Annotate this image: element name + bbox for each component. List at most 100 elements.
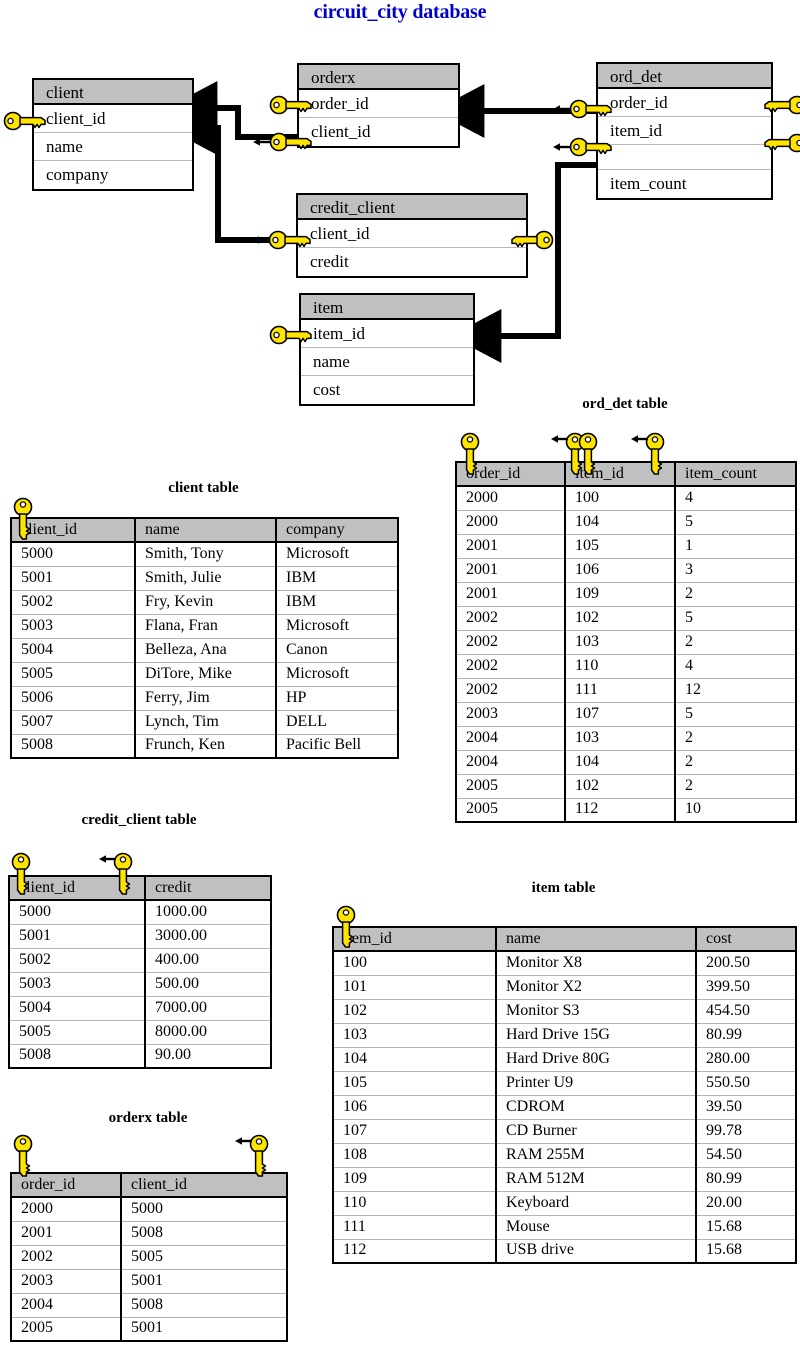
table-cell: 101 [333,975,497,1000]
table-row[interactable]: 2002 102 5 [456,606,796,631]
table-row[interactable]: 110 Keyboard 20.00 [333,1191,796,1216]
client-table-caption: client table [168,480,239,496]
table-row[interactable]: 5005 DiTore, Mike Microsoft [11,662,398,687]
table-cell: DELL [276,710,398,735]
table-row[interactable]: 111 Mouse 15.68 [333,1215,796,1240]
entity-credit_client[interactable]: credit_client client_id credit [296,193,528,278]
table-cell: 2002 [456,630,566,655]
entity-client[interactable]: client client_id name company [32,78,194,191]
table-row[interactable]: 5002 400.00 [9,948,271,973]
table-cell: 2 [675,630,796,655]
table-row[interactable]: 5000 Smith, Tony Microsoft [11,542,398,567]
table-row[interactable]: 5003 500.00 [9,972,271,997]
client-data-table[interactable]: client_id name company 5000 Smith, Tony Micr… [10,517,399,759]
table-row[interactable]: 2002 5005 [11,1245,287,1270]
table-cell: 15.68 [706,1241,742,1259]
table-row[interactable]: 2004 5008 [11,1293,287,1318]
table-row[interactable]: 103 Hard Drive 15G 80.99 [333,1023,796,1048]
table-row[interactable]: 108 RAM 255M 54.50 [333,1143,796,1168]
table-row[interactable]: 2000 100 4 [456,486,796,511]
table-row[interactable]: 5001 Smith, Julie IBM [11,566,398,591]
table-row[interactable]: 2005 102 2 [456,774,796,799]
table-cell: 7000.00 [145,996,271,1021]
table-cell: CDROM [496,1095,697,1120]
table-row[interactable]: 2005 5001 [11,1317,287,1341]
entity-ord_det-field-item_count: item_count [598,170,771,198]
credit_client-data-table[interactable]: client_id credit 5000 1000.00 5001 3000.00 50… [8,875,272,1069]
table-row[interactable]: 5002 Fry, Kevin IBM [11,590,398,615]
table-cell: Microsoft [276,542,398,567]
entity-item[interactable]: item item_id name cost [299,293,475,406]
client-table-block: client table client_id name company 5000 Sm… [10,480,399,759]
table-cell: 105 [333,1071,497,1096]
table-row[interactable]: 106 CDROM 39.50 [333,1095,796,1120]
table-row[interactable]: 2001 5008 [11,1221,287,1246]
ord_det-data-table[interactable]: order_id item_id item_count 2000 100 4 2000 10… [455,461,797,823]
table-row[interactable]: 2003 107 5 [456,702,796,727]
table-row[interactable]: 102 Monitor S3 454.50 [333,999,796,1024]
table-cell: 5002 [9,948,146,973]
table-row[interactable]: 5004 7000.00 [9,996,271,1021]
column-header-item_count: item_count [675,462,796,487]
table-row[interactable]: 2003 5001 [11,1269,287,1294]
table-header-row: order_id item_id item_count [456,462,796,487]
table-row[interactable]: 5007 Lynch, Tim DELL [11,710,398,735]
table-row[interactable]: 5000 1000.00 [9,900,271,925]
table-row[interactable]: 5001 3000.00 [9,924,271,949]
table-row[interactable]: 5008 Frunch, Ken Pacific Bell [11,734,398,758]
table-row[interactable]: 5006 Ferry, Jim HP [11,686,398,711]
table-row[interactable]: 2002 111 12 [456,678,796,703]
table-body: 5000 1000.00 5001 3000.00 5002 400.00 5003 500.… [9,900,271,1068]
table-row[interactable]: 5008 90.00 [9,1044,271,1068]
table-row[interactable]: 112 USB drive 15.68 [333,1239,796,1263]
table-cell: Canon [276,638,398,663]
table-cell: Hard Drive 80G [496,1047,697,1072]
item-table-caption: item table [531,880,596,896]
table-header-row: client_id name company [11,518,398,543]
table-row[interactable]: 2002 103 2 [456,630,796,655]
table-cell: 5008 [121,1293,287,1318]
item-data-table[interactable]: item_id name cost 100 Monitor X8 200.50 101 Mo… [332,926,797,1264]
table-row[interactable]: 2005 112 10 [456,798,796,822]
table-cell: 15.68 [696,1215,796,1240]
table-row[interactable]: 2000 104 5 [456,510,796,535]
table-cell: 103 [333,1023,497,1048]
orderx-table-block: orderx table order_id client_id 2000 5000 2… [10,1110,288,1342]
table-cell: 109 [565,582,676,607]
table-body: 2000 5000 2001 5008 2002 5005 2003 5001 2004 5008… [11,1197,287,1341]
table-row[interactable]: 2000 5000 [11,1197,287,1222]
table-cell: 2001 [456,534,566,559]
table-row[interactable]: 101 Monitor X2 399.50 [333,975,796,1000]
table-row[interactable]: 2002 110 4 [456,654,796,679]
entity-ord_det-title: ord_det [598,64,771,89]
table-cell: 102 [333,999,497,1024]
table-row[interactable]: 107 CD Burner 99.78 [333,1119,796,1144]
table-cell: 109 [333,1167,497,1192]
table-cell: 2003 [11,1269,122,1294]
table-cell: 5 [675,510,796,535]
table-cell: 5007 [11,710,136,735]
table-body: 2000 100 4 2000 104 5 2001 105 1 2001 106 3 2001 109 2… [456,486,796,822]
table-cell: 5001 [121,1269,287,1294]
orderx-data-table[interactable]: order_id client_id 2000 5000 2001 5008 2002 50… [10,1172,288,1342]
entity-orderx[interactable]: orderx order_id client_id [297,63,460,148]
entity-ord_det[interactable]: ord_det order_id item_id item_count [596,62,773,200]
table-cell: 99.78 [696,1119,796,1144]
table-row[interactable]: 5004 Belleza, Ana Canon [11,638,398,663]
table-row[interactable]: 104 Hard Drive 80G 280.00 [333,1047,796,1072]
table-row[interactable]: 2001 109 2 [456,582,796,607]
table-cell: 102 [565,774,676,799]
table-row[interactable]: 100 Monitor X8 200.50 [333,951,796,976]
table-cell: Fry, Kevin [135,590,277,615]
table-cell: DiTore, Mike [135,662,277,687]
table-row[interactable]: 109 RAM 512M 80.99 [333,1167,796,1192]
table-row[interactable]: 2004 104 2 [456,750,796,775]
table-row[interactable]: 2001 106 3 [456,558,796,583]
table-cell: 2003 [456,702,566,727]
table-row[interactable]: 5005 8000.00 [9,1020,271,1045]
column-header-client_id: client_id [11,518,136,543]
table-row[interactable]: 2001 105 1 [456,534,796,559]
table-row[interactable]: 105 Printer U9 550.50 [333,1071,796,1096]
table-row[interactable]: 5003 Flana, Fran Microsoft [11,614,398,639]
table-row[interactable]: 2004 103 2 [456,726,796,751]
